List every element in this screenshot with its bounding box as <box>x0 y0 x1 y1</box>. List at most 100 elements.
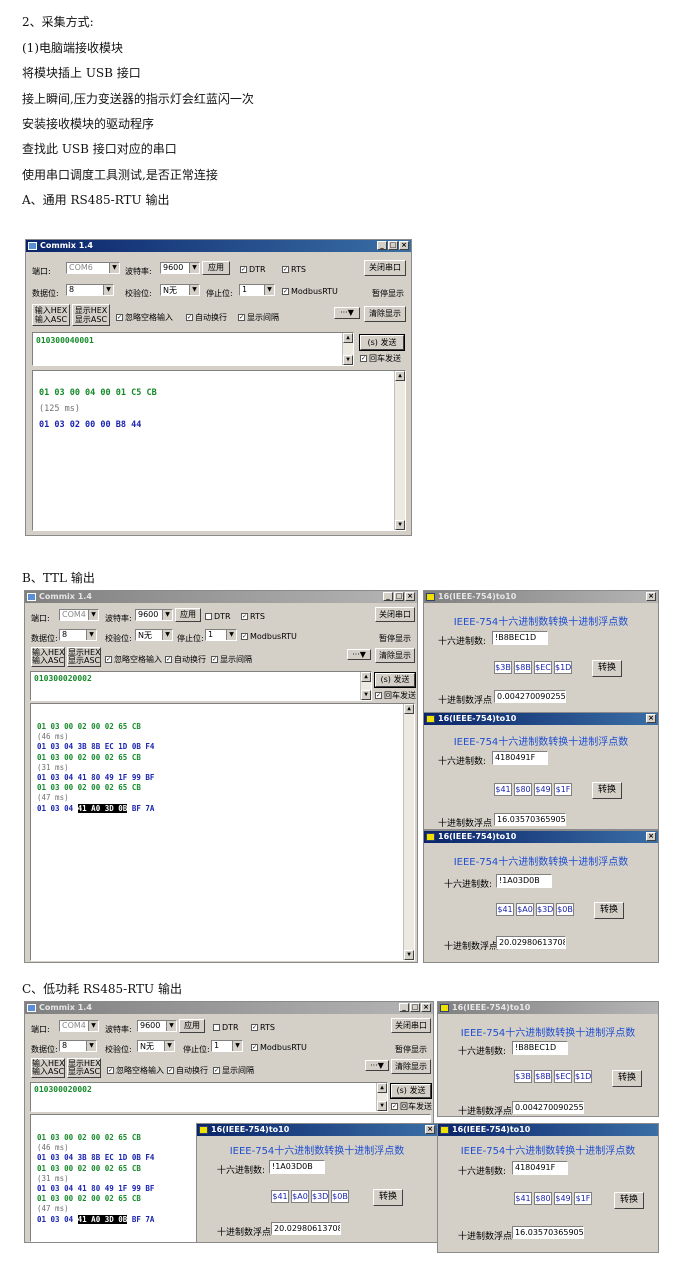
close-icon[interactable]: × <box>405 592 415 601</box>
rts-checkbox[interactable]: ✓ RTS <box>241 612 265 621</box>
hex-input[interactable]: !1A03D0B <box>269 1160 325 1174</box>
scroll-up-icon[interactable]: ▲ <box>395 371 405 381</box>
dtr-checkbox[interactable]: DTR <box>213 1023 239 1032</box>
apply-button[interactable]: 应用 <box>179 1019 205 1033</box>
modbus-checkbox[interactable]: ✓ ModbusRTU <box>241 632 297 641</box>
pause-display[interactable]: 暂停显示 <box>372 288 404 299</box>
maximize-icon[interactable]: □ <box>410 1003 420 1012</box>
modbus-checkbox[interactable]: ✓ ModbusRTU <box>282 287 338 296</box>
more-button[interactable]: ···▼ <box>334 307 360 319</box>
parity-select[interactable]: N无 ▼ <box>135 629 173 641</box>
apply-button[interactable]: 应用 <box>175 608 201 622</box>
maximize-icon[interactable]: □ <box>388 241 398 250</box>
show-hex-asc-button[interactable]: 显示HEX 显示ASC <box>72 304 110 326</box>
show-hex-asc-button[interactable]: 显示HEX 显示ASC <box>67 647 101 667</box>
close-port-button[interactable]: 关闭串口 <box>375 607 415 622</box>
convert-button[interactable]: 转换 <box>373 1189 403 1206</box>
send-button[interactable]: (s) 发送 <box>374 672 416 688</box>
more-button[interactable]: ···▼ <box>365 1060 389 1071</box>
dtr-checkbox[interactable]: ✓ DTR <box>240 265 266 274</box>
clear-display-button[interactable]: 清除显示 <box>364 306 406 322</box>
float-output[interactable]: 0.00427009025588632 <box>494 690 566 703</box>
parity-select[interactable]: N无 ▼ <box>160 284 200 296</box>
show-hex-asc-button[interactable]: 显示HEX 显示ASC <box>67 1058 101 1078</box>
convert-button[interactable]: 转换 <box>594 902 624 919</box>
maximize-icon[interactable]: □ <box>394 592 404 601</box>
ignore-space-checkbox[interactable]: ✓ 忽略空格输入 <box>107 1065 164 1076</box>
baud-select[interactable]: 9600 ▼ <box>137 1020 177 1032</box>
minimize-icon[interactable]: _ <box>383 592 393 601</box>
baud-select[interactable]: 9600 ▼ <box>160 262 200 274</box>
baud-select[interactable]: 9600 ▼ <box>135 609 173 621</box>
port-select[interactable]: COM4 ▼ <box>59 609 99 621</box>
float-output[interactable]: 20.029806137085 <box>496 936 566 949</box>
scroll-down-icon[interactable]: ▼ <box>377 1101 387 1111</box>
input-hex-asc-button[interactable]: 输入HEX 输入ASC <box>32 304 70 326</box>
close-icon[interactable]: × <box>421 1003 431 1012</box>
minimize-icon[interactable]: _ <box>399 1003 409 1012</box>
modbus-checkbox[interactable]: ✓ ModbusRTU <box>251 1043 307 1052</box>
stop-select[interactable]: 1 ▼ <box>205 629 237 641</box>
enter-send-checkbox[interactable]: ✓ 回车发送 <box>391 1101 432 1112</box>
enter-send-checkbox[interactable]: ✓ 回车发送 <box>375 690 416 701</box>
rts-checkbox[interactable]: ✓ RTS <box>251 1023 275 1032</box>
scroll-down-icon[interactable]: ▼ <box>404 950 414 960</box>
scrollbar[interactable]: ▲ ▼ <box>403 704 414 960</box>
parity-select[interactable]: N无 ▼ <box>137 1040 175 1052</box>
convert-button[interactable]: 转换 <box>614 1192 644 1209</box>
scroll-up-icon[interactable]: ▲ <box>361 672 371 682</box>
send-button[interactable]: (s) 发送 <box>359 334 405 351</box>
convert-button[interactable]: 转换 <box>592 660 622 677</box>
scroll-down-icon[interactable]: ▼ <box>361 690 371 700</box>
auto-wrap-checkbox[interactable]: ✓ 自动换行 <box>165 654 206 665</box>
receive-pane[interactable]: 01 03 00 04 00 01 C5 CB (125 ms) 01 03 02 … <box>32 370 406 531</box>
close-icon[interactable]: × <box>399 241 409 250</box>
close-icon[interactable]: × <box>646 714 656 723</box>
data-bits-select[interactable]: 8 ▼ <box>66 284 114 296</box>
dtr-checkbox[interactable]: DTR <box>205 612 231 621</box>
convert-button[interactable]: 转换 <box>592 782 622 799</box>
show-interval-checkbox[interactable]: ✓ 显示间隔 <box>238 312 279 323</box>
auto-wrap-checkbox[interactable]: ✓ 自动换行 <box>167 1065 208 1076</box>
scroll-up-icon[interactable]: ▲ <box>343 333 353 343</box>
data-bits-select[interactable]: 8 ▼ <box>59 1040 97 1052</box>
hex-input[interactable]: !B8BEC1D <box>512 1041 568 1055</box>
scroll-down-icon[interactable]: ▼ <box>395 520 405 530</box>
float-output[interactable]: 0.00427009025588632 <box>512 1101 584 1114</box>
auto-wrap-checkbox[interactable]: ✓ 自动换行 <box>186 312 227 323</box>
close-icon[interactable]: × <box>425 1125 435 1134</box>
scrollbar[interactable]: ▲ ▼ <box>342 333 353 365</box>
hex-input[interactable]: 4180491F <box>492 751 548 765</box>
clear-display-button[interactable]: 清除显示 <box>391 1059 431 1074</box>
close-icon[interactable]: × <box>646 832 656 841</box>
input-hex-asc-button[interactable]: 输入HEX 输入ASC <box>31 1058 65 1078</box>
stop-select[interactable]: 1 ▼ <box>239 284 275 296</box>
scroll-down-icon[interactable]: ▼ <box>343 355 353 365</box>
send-input[interactable]: 010300020002 ▲ ▼ <box>30 1082 388 1112</box>
close-port-button[interactable]: 关闭串口 <box>391 1018 431 1033</box>
more-button[interactable]: ···▼ <box>347 649 371 660</box>
clear-display-button[interactable]: 清除显示 <box>375 648 415 663</box>
send-button[interactable]: (s) 发送 <box>390 1083 432 1099</box>
minimize-icon[interactable]: _ <box>377 241 387 250</box>
close-icon[interactable]: × <box>646 592 656 601</box>
hex-input[interactable]: !1A03D0B <box>496 874 552 888</box>
rts-checkbox[interactable]: ✓ RTS <box>282 265 306 274</box>
float-output[interactable]: 20.029806137085 <box>271 1222 341 1235</box>
close-port-button[interactable]: 关闭串口 <box>364 260 406 276</box>
ignore-space-checkbox[interactable]: ✓ 忽略空格输入 <box>105 654 162 665</box>
show-interval-checkbox[interactable]: ✓ 显示间隔 <box>211 654 252 665</box>
scroll-up-icon[interactable]: ▲ <box>377 1083 387 1093</box>
pause-display[interactable]: 暂停显示 <box>379 633 411 644</box>
receive-pane[interactable]: 01 03 00 02 00 02 65 CB (46 ms) 01 03 04 3… <box>30 703 415 961</box>
hex-input[interactable]: !B8BEC1D <box>492 631 548 645</box>
send-input[interactable]: 010300040001 ▲ ▼ <box>32 332 354 366</box>
float-output[interactable]: 16.0357036590576 <box>512 1226 584 1239</box>
scrollbar[interactable]: ▲ ▼ <box>394 371 405 530</box>
hex-input[interactable]: 4180491F <box>512 1161 568 1175</box>
apply-button[interactable]: 应用 <box>202 261 230 275</box>
scrollbar[interactable]: ▲ ▼ <box>376 1083 387 1111</box>
enter-send-checkbox[interactable]: ✓ 回车发送 <box>360 353 401 364</box>
convert-button[interactable]: 转换 <box>612 1070 642 1087</box>
port-select[interactable]: COM4 ▼ <box>59 1020 99 1032</box>
